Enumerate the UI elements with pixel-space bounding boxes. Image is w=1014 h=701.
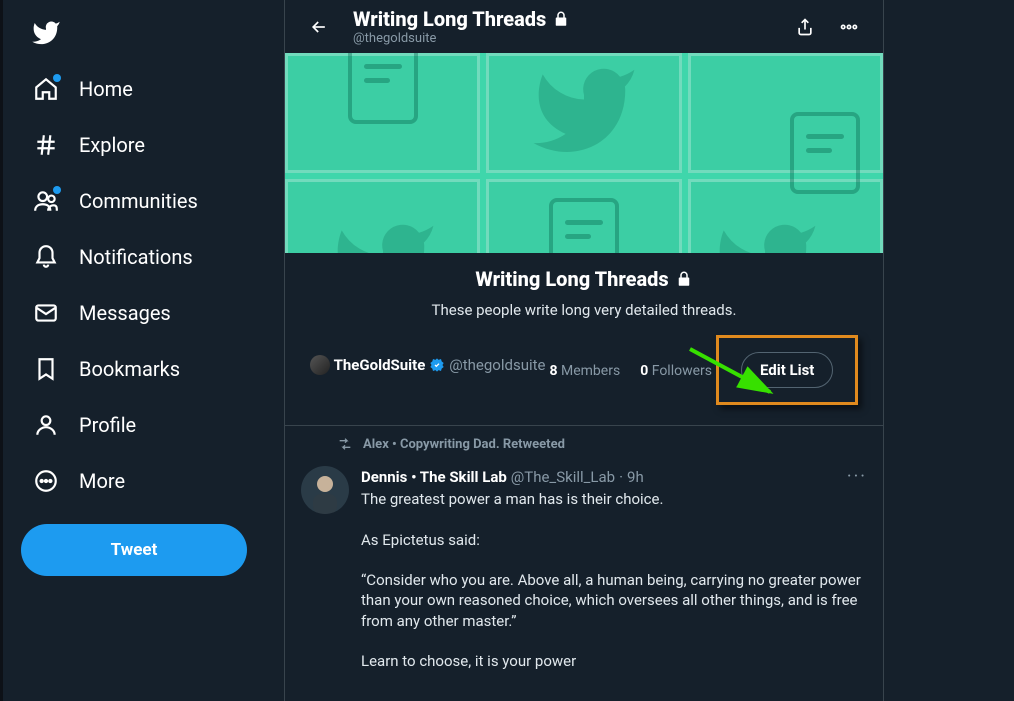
annotation-highlight: Edit List (716, 335, 858, 405)
main-column: Writing Long Threads @thegoldsuite (284, 0, 884, 701)
list-description: These people write long very detailed th… (301, 301, 867, 319)
owner-name: TheGoldSuite (334, 356, 426, 374)
sidebar-item-communities[interactable]: Communities (21, 176, 271, 226)
notification-dot (53, 186, 61, 194)
sidebar-item-label: Messages (79, 301, 171, 325)
list-title: Writing Long Threads (475, 267, 692, 291)
members-stat[interactable]: 8 Members (549, 363, 620, 379)
sidebar-item-label: Bookmarks (79, 357, 180, 381)
communities-icon (33, 188, 59, 214)
more-options-button[interactable] (831, 9, 867, 45)
list-header: Writing Long Threads @thegoldsuite (285, 0, 883, 53)
notification-dot (53, 74, 61, 82)
sidebar-item-bookmarks[interactable]: Bookmarks (21, 344, 271, 394)
more-icon (33, 468, 59, 494)
tweet-avatar[interactable] (301, 466, 349, 514)
lock-icon (552, 10, 570, 28)
tweet-more-button[interactable]: ··· (847, 466, 867, 487)
home-icon (33, 76, 59, 102)
retweet-indicator[interactable]: Alex • Copywriting Dad. Retweeted (337, 436, 867, 452)
lock-icon (675, 270, 693, 288)
verified-badge-icon (429, 357, 445, 373)
sidebar-item-notifications[interactable]: Notifications (21, 232, 271, 282)
retweet-label: Alex • Copywriting Dad. Retweeted (363, 437, 565, 452)
sidebar-item-label: Home (79, 77, 133, 101)
feed: Alex • Copywriting Dad. Retweeted Dennis… (285, 426, 883, 671)
sidebar-item-label: Notifications (79, 245, 193, 269)
followers-stat[interactable]: 0 Followers (640, 363, 712, 379)
right-gutter (884, 0, 1014, 701)
list-stats: 8 Members 0 Followers (549, 363, 712, 379)
header-title-text: Writing Long Threads (353, 7, 546, 31)
sidebar-item-explore[interactable]: Explore (21, 120, 271, 170)
edit-list-button[interactable]: Edit List (741, 352, 833, 388)
list-title-text: Writing Long Threads (475, 267, 668, 291)
bell-icon (33, 244, 59, 270)
sidebar-item-label: Communities (79, 189, 198, 213)
hash-icon (33, 132, 59, 158)
header-title: Writing Long Threads (353, 7, 787, 31)
owner-handle: @thegoldsuite (449, 356, 545, 374)
tweet-author-name[interactable]: Dennis • The Skill Lab (361, 468, 507, 486)
profile-icon (33, 412, 59, 438)
retweet-icon (337, 436, 353, 452)
tweet-button[interactable]: Tweet (21, 524, 247, 576)
sidebar: Home Explore Communities Notificatio (3, 0, 284, 701)
tweet-text: The greatest power a man has is their ch… (361, 489, 867, 671)
list-banner (285, 53, 883, 253)
mail-icon (33, 300, 59, 326)
list-info: Writing Long Threads These people write … (285, 253, 883, 426)
sidebar-item-label: More (79, 469, 125, 493)
share-button[interactable] (787, 9, 823, 45)
list-owner[interactable]: TheGoldSuite @thegoldsuite (310, 355, 546, 375)
back-button[interactable] (301, 9, 337, 45)
sidebar-item-profile[interactable]: Profile (21, 400, 271, 450)
twitter-logo[interactable] (21, 8, 71, 58)
owner-avatar (310, 355, 330, 375)
tweet[interactable]: Dennis • The Skill Lab @The_Skill_Lab · … (285, 456, 883, 671)
header-subtitle: @thegoldsuite (353, 31, 787, 46)
sidebar-item-label: Profile (79, 413, 136, 437)
bookmark-icon (33, 356, 59, 382)
tweet-author-handle[interactable]: @The_Skill_Lab (511, 468, 615, 486)
sidebar-item-more[interactable]: More (21, 456, 271, 506)
separator-dot: · (619, 468, 623, 486)
tweet-time[interactable]: 9h (627, 468, 644, 486)
sidebar-item-messages[interactable]: Messages (21, 288, 271, 338)
sidebar-item-label: Explore (79, 133, 145, 157)
sidebar-item-home[interactable]: Home (21, 64, 271, 114)
